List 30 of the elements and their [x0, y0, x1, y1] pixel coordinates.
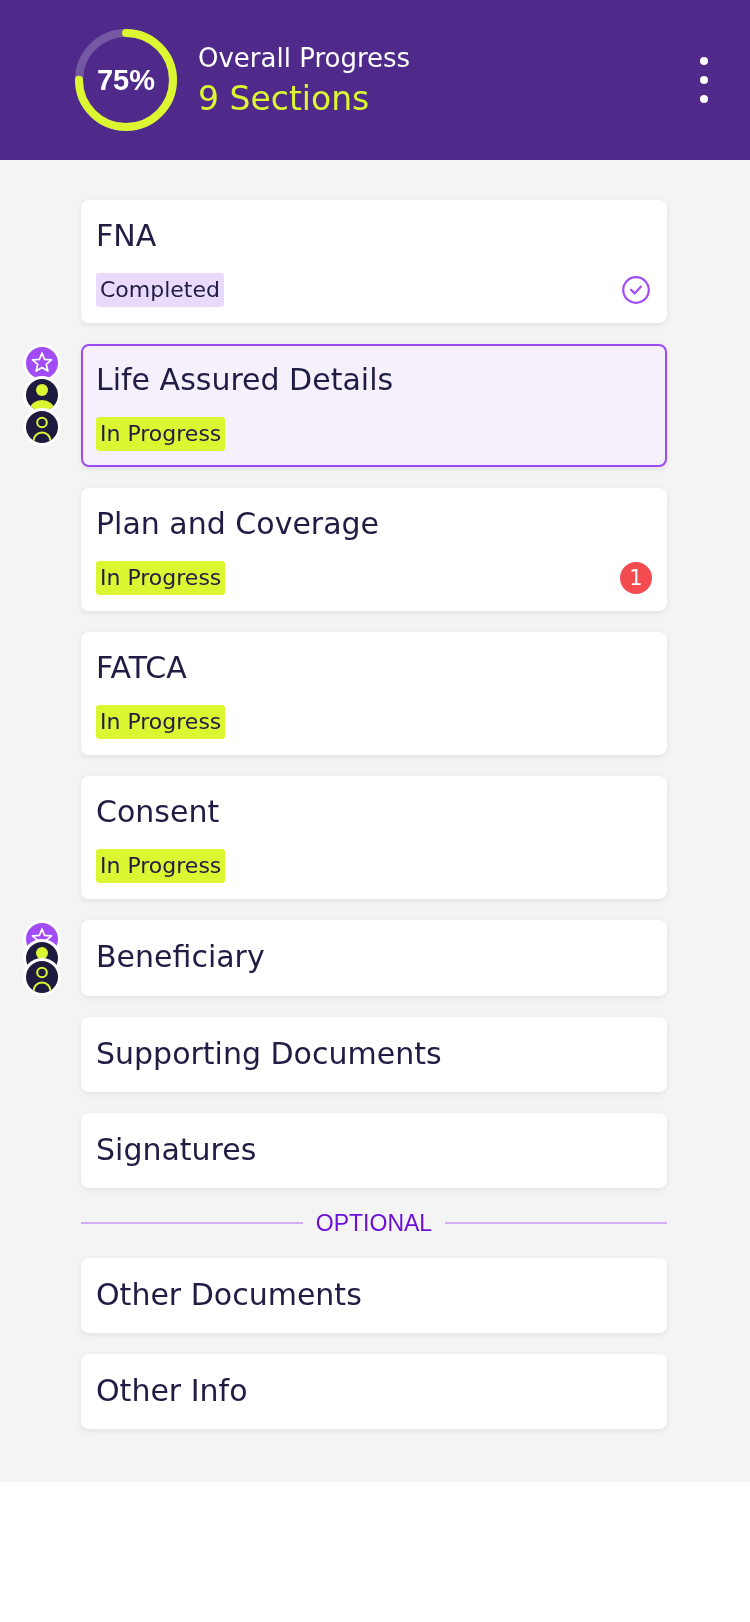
- status-tag: In Progress: [96, 705, 226, 739]
- optional-label: OPTIONAL: [315, 1209, 433, 1237]
- check-circle-icon: [622, 276, 650, 304]
- section-card[interactable]: Other Documents: [81, 1258, 667, 1333]
- section-title: FATCA: [96, 650, 187, 686]
- section-card[interactable]: FATCA In Progress: [81, 632, 667, 755]
- status-tag: In Progress: [96, 849, 226, 883]
- section-card[interactable]: Supporting Documents: [81, 1017, 667, 1092]
- section-card[interactable]: Consent In Progress: [81, 776, 667, 899]
- section-card[interactable]: Life Assured Details In Progress: [81, 344, 667, 467]
- section-card[interactable]: Beneficiary: [81, 920, 667, 996]
- section-title: Plan and Coverage: [96, 506, 380, 542]
- section-title: FNA: [96, 218, 157, 254]
- status-tag: In Progress: [96, 417, 226, 451]
- person-outline-avatar-icon: [23, 408, 61, 446]
- section-card[interactable]: Plan and Coverage In Progress 1: [81, 488, 667, 611]
- person-outline-avatar-icon: [23, 958, 61, 996]
- section-count: 9 Sections: [198, 78, 371, 119]
- section-card[interactable]: FNA Completed: [81, 200, 667, 323]
- section-title: Life Assured Details: [96, 362, 394, 398]
- kebab-menu-icon: [700, 57, 708, 103]
- alert-count-badge: 1: [620, 562, 652, 594]
- progress-percent: 75%: [97, 64, 155, 96]
- progress-title: Overall Progress: [198, 41, 411, 74]
- star-avatar-icon: [23, 344, 61, 382]
- status-tag: In Progress: [96, 561, 226, 595]
- section-card[interactable]: Signatures: [81, 1113, 667, 1188]
- section-title: Consent: [96, 794, 220, 830]
- section-card[interactable]: Other Info: [81, 1354, 667, 1429]
- status-tag: Completed: [96, 273, 224, 307]
